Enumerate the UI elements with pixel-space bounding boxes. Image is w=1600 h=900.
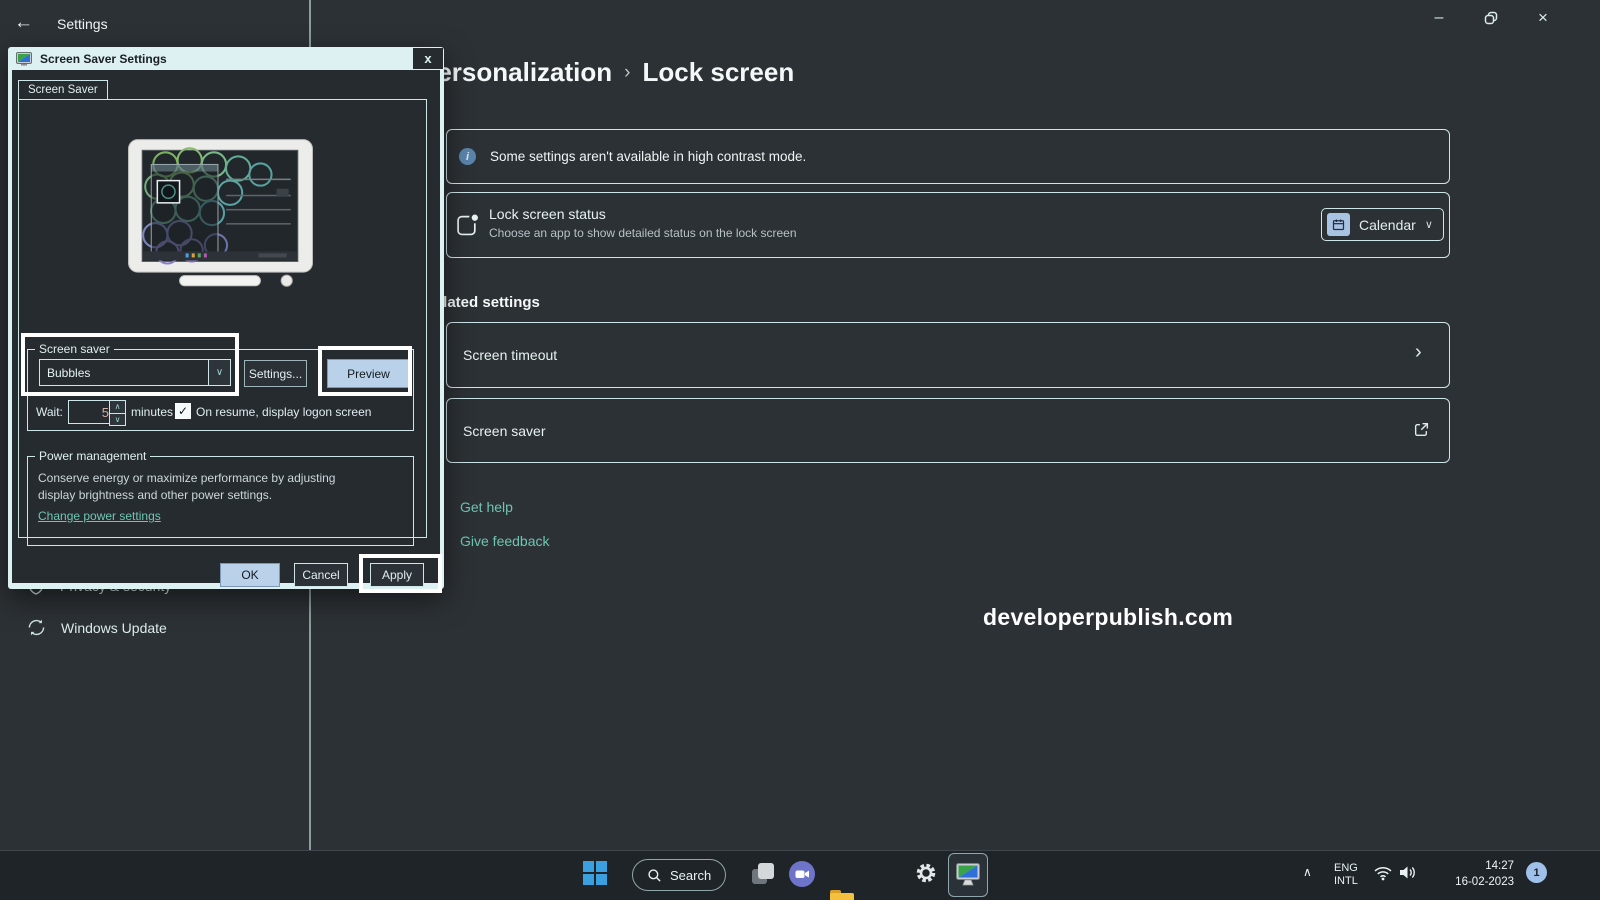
dialog-titlebar[interactable]: Screen Saver Settings [8,47,444,70]
wifi-icon[interactable] [1373,865,1393,881]
screen-saver-settings-dialog: Screen Saver Settings x Screen Saver [8,47,444,589]
language-indicator[interactable]: ENG INTL [1334,862,1358,888]
chevron-down-icon: ∨ [1425,218,1433,231]
restore-button[interactable] [1476,6,1506,30]
screen: ← Settings – × Privacy & security Window… [0,0,1600,900]
search-label: Search [670,868,711,883]
start-button[interactable] [583,861,607,885]
power-management-group: Power management Conserve energy or maxi… [27,456,414,546]
taskbar: Search ∧ [0,850,1600,900]
screensaver-preview-monitor [127,138,314,295]
screen-saver-row[interactable]: Screen saver [446,398,1450,463]
screen-timeout-row[interactable]: Screen timeout › [446,322,1450,388]
tray-time: 14:27 [1448,859,1514,875]
external-link-icon [1413,421,1430,438]
minimize-button[interactable]: – [1424,6,1454,30]
gear-icon [914,861,938,885]
dropdown-value: Calendar [1359,217,1416,233]
dialog-tab-panel: Screen saver Bubbles ∨ Settings... Previ… [18,99,427,538]
sidebar-item-windows-update[interactable]: Windows Update [26,617,167,638]
on-resume-label: On resume, display logon screen [196,405,371,419]
group-legend: Power management [35,449,150,463]
tray-date: 16-02-2023 [1448,875,1514,891]
chevron-right-icon: › [1415,341,1422,364]
notification-badge[interactable]: 1 [1526,862,1547,883]
wait-spinner[interactable]: ∧ ∨ [109,400,126,426]
dialog-title: Screen Saver Settings [40,52,167,66]
settings-button[interactable]: Settings... [244,360,307,387]
spinner-up-icon[interactable]: ∧ [110,401,125,414]
taskbar-search[interactable]: Search [632,859,726,891]
screen-saver-app-button[interactable] [948,853,988,897]
tab-screen-saver[interactable]: Screen Saver [18,80,108,99]
restore-icon [1484,11,1498,25]
lock-status-icon [456,212,479,238]
annotation-preview-button [318,346,412,396]
update-icon [26,617,47,638]
row-label: Screen saver [463,423,545,439]
dialog-close-button[interactable]: x [413,48,443,69]
language-line1: ENG [1334,862,1358,875]
row-label: Screen timeout [463,347,557,363]
close-button[interactable]: × [1528,6,1558,30]
search-icon [647,868,662,883]
lock-status-dropdown[interactable]: Calendar ∨ [1321,208,1444,241]
annotation-screensaver-dropdown [21,333,239,396]
breadcrumb-separator-icon: › [612,62,642,84]
volume-icon[interactable] [1398,864,1417,881]
page-title: Lock screen [642,57,794,88]
spinner-down-icon[interactable]: ∨ [110,414,125,426]
calendar-icon [1327,213,1350,236]
change-power-settings-link[interactable]: Change power settings [38,509,161,523]
banner-text: Some settings aren't available in high c… [490,149,806,164]
on-resume-checkbox[interactable]: ✓ [175,403,191,419]
dialog-app-icon [16,52,32,66]
row-title: Lock screen status [489,206,606,222]
screen-saver-app-icon [954,861,982,889]
lock-screen-status-row: Lock screen status Choose an app to show… [446,192,1450,258]
power-management-text: Conserve energy or maximize performance … [38,470,368,505]
ok-button[interactable]: OK [220,563,280,587]
high-contrast-banner: i Some settings aren't available in high… [446,129,1450,184]
language-line2: INTL [1334,875,1358,888]
cancel-button[interactable]: Cancel [294,563,348,587]
settings-taskbar-button[interactable] [914,861,938,890]
annotation-apply-button [359,554,442,593]
get-help-link[interactable]: Get help [460,499,513,515]
back-arrow-icon[interactable]: ← [14,12,33,34]
sidebar-item-label: Windows Update [61,620,167,636]
give-feedback-link[interactable]: Give feedback [460,533,550,549]
info-icon: i [459,148,476,165]
windows-logo-icon [583,861,594,872]
minutes-label: minutes [131,405,173,419]
dialog-body: Screen Saver [12,70,440,583]
tray-clock[interactable]: 14:27 16-02-2023 [1448,859,1514,890]
tray-expand-chevron[interactable]: ∧ [1303,865,1312,879]
breadcrumb-parent[interactable]: Personalization [420,57,612,88]
app-title: Settings [57,16,108,32]
task-view-button[interactable] [752,863,776,885]
breadcrumb: Personalization › Lock screen [420,57,794,88]
wait-label: Wait: [36,405,63,419]
video-chat-icon [789,861,815,887]
file-explorer-button[interactable] [830,890,854,900]
chat-button[interactable] [789,861,815,887]
row-subtitle: Choose an app to show detailed status on… [489,226,797,240]
watermark: developerpublish.com [983,604,1233,631]
